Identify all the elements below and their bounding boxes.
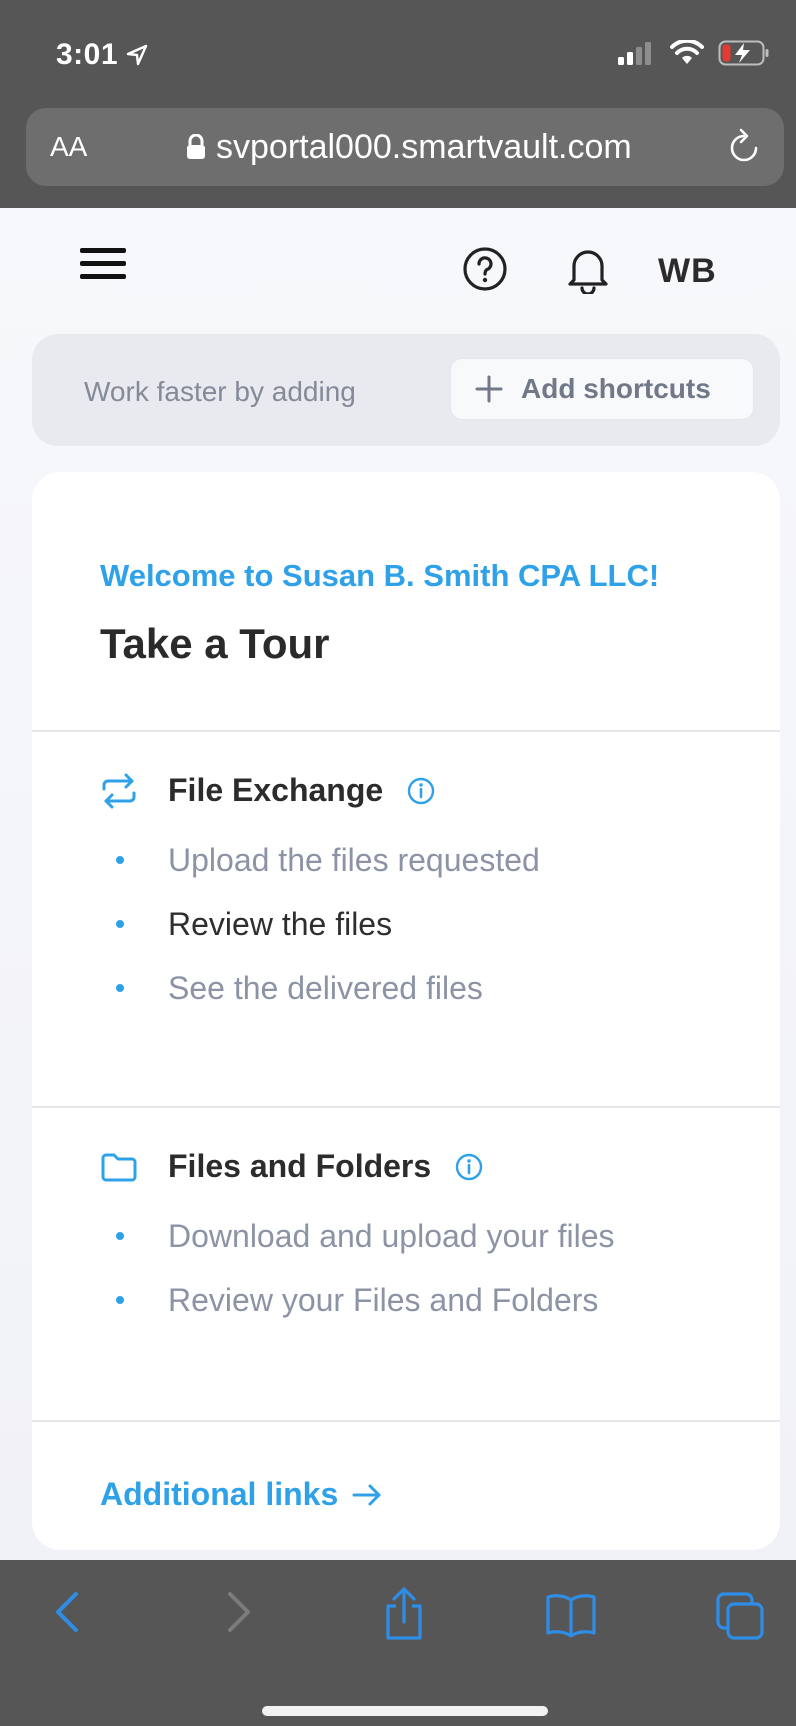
browser-bottom-toolbar: [0, 1560, 796, 1726]
tour-title: Take a Tour: [100, 620, 330, 667]
location-arrow-icon: [126, 44, 148, 66]
additional-links-label: Additional links: [100, 1476, 339, 1512]
text-size-button[interactable]: AA: [50, 131, 170, 163]
status-time-text: 3:01: [56, 38, 119, 71]
file-exchange-list: Upload the files requested Review the fi…: [116, 828, 540, 1020]
divider: [32, 1420, 780, 1422]
list-item-label: Upload the files requested: [168, 841, 540, 878]
browser-top-bar: 3:01 AA svportal000.smartvault.com: [0, 0, 796, 208]
share-icon[interactable]: [382, 1586, 426, 1642]
files-folders-header: Files and Folders: [100, 1148, 483, 1185]
tabs-icon[interactable]: [714, 1590, 766, 1642]
folder-icon: [101, 1153, 137, 1181]
url-display[interactable]: svportal000.smartvault.com: [186, 128, 632, 167]
list-item-label: Review your Files and Folders: [168, 1281, 599, 1318]
cellular-signal-icon: [618, 42, 651, 65]
status-indicators: [616, 40, 770, 66]
status-time: 3:01: [56, 38, 148, 72]
bookmarks-icon[interactable]: [544, 1592, 598, 1638]
web-page: WB Work faster by adding Add shortcuts W…: [0, 208, 796, 1560]
welcome-message: Welcome to Susan B. Smith CPA LLC!: [100, 558, 660, 593]
list-item-label: See the delivered files: [168, 969, 483, 1006]
menu-icon[interactable]: [80, 248, 126, 284]
battery-charging-icon: [718, 40, 769, 66]
plus-icon: [475, 375, 503, 403]
help-icon[interactable]: [462, 246, 508, 292]
reload-icon[interactable]: [726, 128, 762, 166]
list-item-label: Review the files: [168, 905, 393, 942]
list-item[interactable]: Download and upload your files: [116, 1204, 615, 1268]
divider: [32, 730, 780, 732]
url-text: svportal000.smartvault.com: [216, 127, 632, 166]
files-folders-title: Files and Folders: [168, 1148, 432, 1184]
list-item[interactable]: Upload the files requested: [116, 828, 540, 892]
user-avatar-initials[interactable]: WB: [658, 252, 717, 291]
arrow-right-icon: [352, 1484, 381, 1505]
forward-icon[interactable]: [224, 1588, 254, 1636]
back-icon[interactable]: [52, 1588, 82, 1636]
list-item-label: Download and upload your files: [168, 1217, 615, 1254]
info-icon[interactable]: [407, 777, 435, 805]
divider: [32, 1106, 780, 1108]
lock-icon: [187, 134, 205, 159]
files-folders-list: Download and upload your files Review yo…: [116, 1204, 615, 1332]
notification-bell-icon[interactable]: [566, 244, 610, 294]
additional-links-link[interactable]: Additional links: [100, 1476, 382, 1513]
file-exchange-title: File Exchange: [168, 772, 384, 808]
address-bar[interactable]: AA svportal000.smartvault.com: [26, 108, 784, 186]
home-indicator: [262, 1706, 548, 1716]
list-item[interactable]: Review your Files and Folders: [116, 1268, 615, 1332]
app-header: WB: [0, 208, 796, 326]
exchange-icon: [102, 773, 136, 808]
list-item[interactable]: Review the files: [116, 892, 540, 956]
shortcuts-prompt: Work faster by adding: [84, 376, 356, 407]
tour-card: Welcome to Susan B. Smith CPA LLC! Take …: [32, 472, 780, 1550]
add-shortcuts-label: Add shortcuts: [521, 373, 711, 404]
add-shortcuts-button[interactable]: Add shortcuts: [450, 358, 754, 420]
file-exchange-header: File Exchange: [100, 772, 435, 809]
wifi-icon: [670, 40, 704, 64]
shortcuts-banner: Work faster by adding Add shortcuts: [32, 334, 780, 446]
list-item[interactable]: See the delivered files: [116, 956, 540, 1020]
info-icon[interactable]: [455, 1153, 483, 1181]
